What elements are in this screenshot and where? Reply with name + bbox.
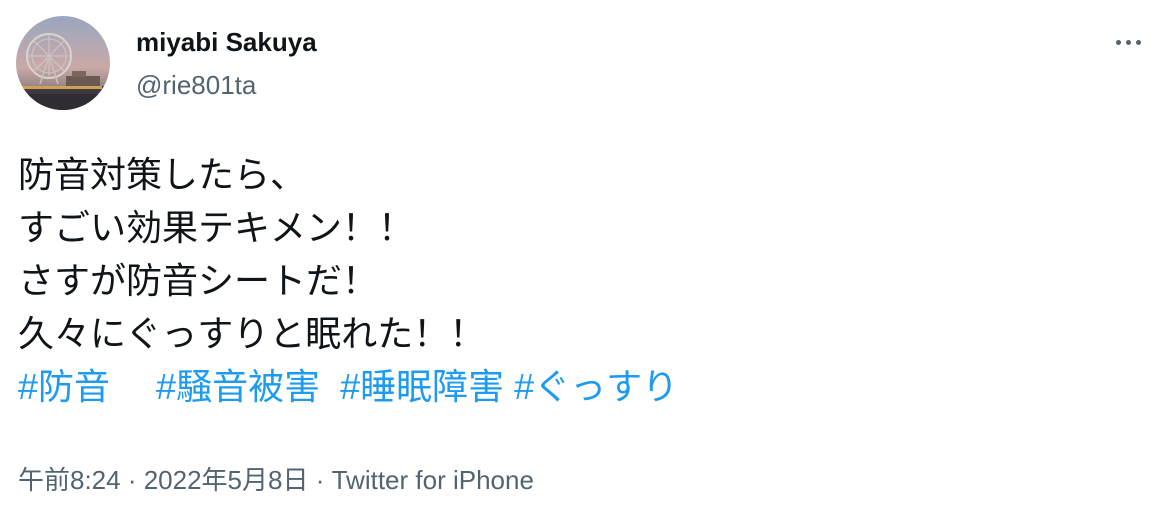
ferris-wheel-avatar-image (16, 16, 110, 110)
tweet-date[interactable]: 2022年5月8日 (144, 465, 309, 495)
user-handle[interactable]: @rie801ta (136, 70, 256, 101)
hashtag-link[interactable]: #ぐっすり (514, 366, 678, 407)
more-options-button[interactable] (1104, 22, 1152, 62)
hashtag-link[interactable]: #騒音被害 (156, 366, 320, 407)
tweet-text: 防音対策したら、 すごい効果テキメン！！ さすが防音シートだ！ 久々にぐっすりと… (18, 148, 678, 413)
tweet-time[interactable]: 午前8:24 (18, 465, 121, 495)
tweet-line: さすが防音シートだ！ (18, 260, 379, 301)
meta-separator: · (308, 465, 332, 495)
tweet-line: すごい効果テキメン！！ (18, 207, 415, 248)
tweet-line: 久々にぐっすりと眠れた！！ (18, 313, 486, 354)
avatar[interactable] (16, 16, 110, 110)
hashtag-link[interactable]: #睡眠障害 (340, 366, 504, 407)
meta-separator: · (120, 465, 144, 495)
display-name[interactable]: miyabi Sakuya (136, 27, 317, 58)
tweet-metadata: 午前8:24 · 2022年5月8日 · Twitter for iPhone (18, 460, 534, 497)
tweet-source[interactable]: Twitter for iPhone (332, 465, 534, 495)
hashtag-link[interactable]: #防音 (18, 366, 110, 407)
ellipsis-icon (1125, 39, 1131, 45)
hashtag-line: #防音 #騒音被害 #睡眠障害 #ぐっすり (18, 360, 678, 413)
tweet-line: 防音対策したら、 (18, 154, 307, 195)
ellipsis-icon (1135, 39, 1141, 45)
ellipsis-icon (1115, 39, 1121, 45)
tweet-card: miyabi Sakuya @rie801ta 防音対策したら、 すごい効果テキ… (0, 0, 1168, 510)
